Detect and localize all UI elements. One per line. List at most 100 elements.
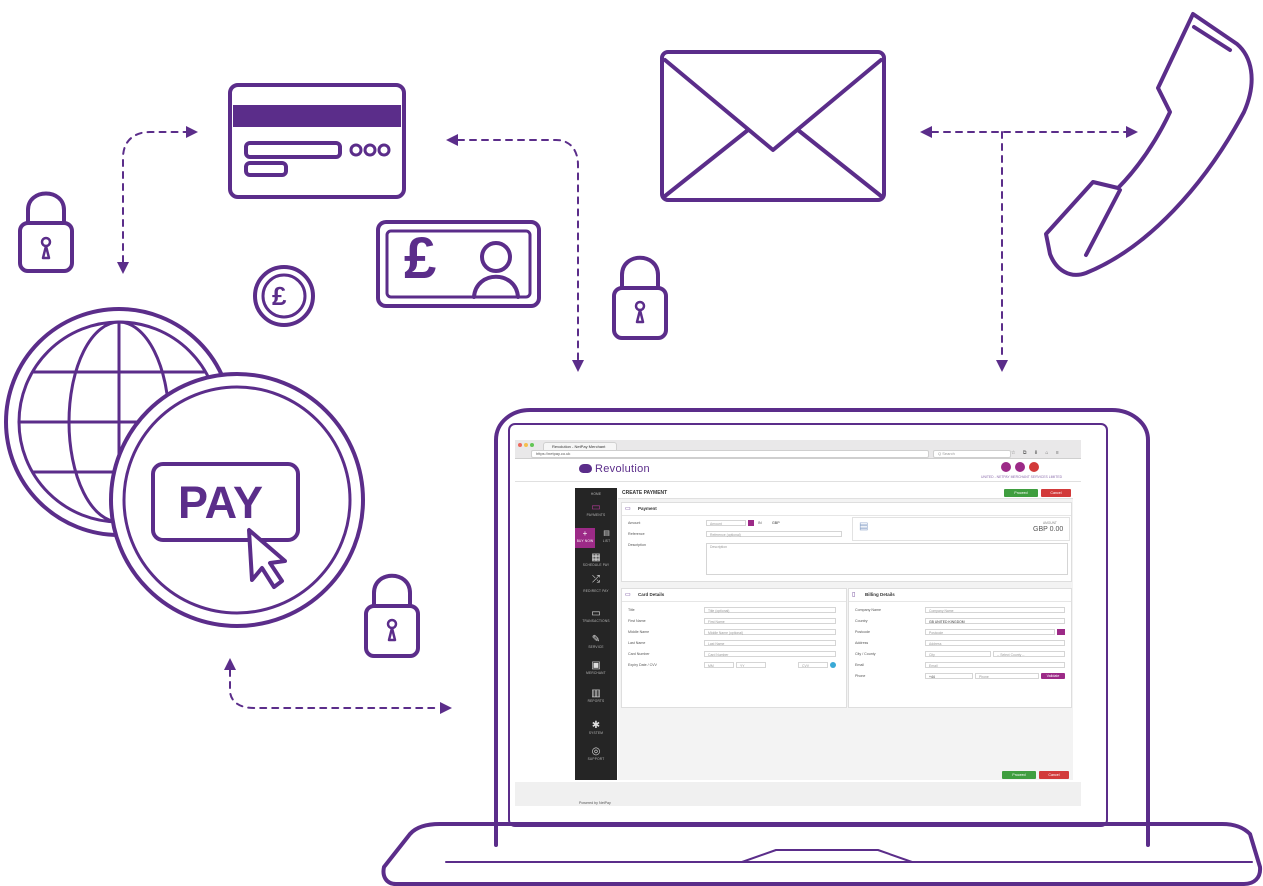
- maximize-window-dot[interactable]: [530, 443, 534, 447]
- sidebar-item-system[interactable]: ✱ SYSTEM: [575, 720, 617, 735]
- sidebar-item-buy-now[interactable]: + BUY NOW: [575, 528, 595, 548]
- card-details-panel: ▭ Card Details Title Title (optional) Fi…: [621, 588, 847, 708]
- first-name-label: First Name: [628, 619, 646, 623]
- amount-input[interactable]: Amount: [706, 520, 746, 526]
- pound-banknote-symbol: £: [404, 226, 437, 291]
- company-label: Company Name: [855, 608, 881, 612]
- merchant-icon: ▣: [591, 660, 601, 671]
- card-section-icon: ▭: [625, 592, 631, 598]
- settings-icon[interactable]: [1015, 462, 1025, 472]
- validate-button[interactable]: Validate: [1041, 673, 1065, 679]
- proceed-button-bottom[interactable]: Proceed: [1002, 771, 1036, 779]
- description-input[interactable]: Description: [706, 543, 1068, 575]
- laptop-screen: Revolution - NetPay Merchant https://net…: [515, 440, 1081, 806]
- billing-details-panel: ▯ Billing Details Company Name Company N…: [848, 588, 1072, 708]
- cancel-button-bottom[interactable]: Cancel: [1039, 771, 1069, 779]
- phone-code-select[interactable]: +44: [925, 673, 973, 679]
- expiry-month-select[interactable]: MM: [704, 662, 734, 668]
- minimize-window-dot[interactable]: [524, 443, 528, 447]
- cvv-input[interactable]: CVV: [798, 662, 828, 668]
- in-label: IN: [758, 521, 762, 525]
- county-select[interactable]: -- Select County --: [993, 651, 1065, 657]
- description-label: Description: [628, 543, 646, 547]
- first-name-input[interactable]: First Name: [704, 618, 836, 624]
- sidebar-item-transactions[interactable]: ▭ TRANSACTIONS: [575, 608, 617, 623]
- card-number-input[interactable]: Card Number: [704, 651, 836, 657]
- card-number-label: Card Number: [628, 652, 650, 656]
- revolution-logo-icon: [579, 464, 592, 473]
- country-label: Country: [855, 619, 868, 623]
- chart-icon: ▥: [591, 688, 601, 699]
- amount-step-button[interactable]: [748, 520, 754, 526]
- support-icon: ◎: [591, 746, 601, 757]
- reference-input[interactable]: Reference (optional): [706, 531, 842, 537]
- email-label: Email: [855, 663, 864, 667]
- padlock-icon: [612, 255, 668, 340]
- sidebar-item-list[interactable]: ▤ LIST: [596, 528, 617, 548]
- payment-panel: ▭ Payment Amount Amount IN GBP Reference…: [621, 502, 1072, 582]
- browser-toolbar: Revolution - NetPay Merchant https://net…: [515, 440, 1081, 459]
- phone-input[interactable]: Phone: [975, 673, 1039, 679]
- expiry-year-select[interactable]: YY: [736, 662, 766, 668]
- powered-by: Powered by NetPay: [579, 801, 611, 805]
- payments-icon: ▭: [591, 502, 601, 513]
- city-input[interactable]: City: [925, 651, 991, 657]
- info-icon[interactable]: [830, 662, 836, 668]
- amount-label: Amount: [628, 521, 641, 525]
- app-header: Revolution UNITED - NETPAY MERCHANT SERV…: [515, 459, 1081, 482]
- cancel-button[interactable]: Cancel: [1041, 489, 1071, 497]
- user-icon[interactable]: [1001, 462, 1011, 472]
- amount-display: GBP 0.00: [1033, 526, 1064, 533]
- middle-name-input[interactable]: Middle Name (optional): [704, 629, 836, 635]
- sidebar-item-home[interactable]: HOME: [575, 490, 617, 498]
- sidebar-item-payments[interactable]: ▭ PAYMENTS: [575, 502, 617, 517]
- padlock-icon: [364, 573, 420, 658]
- close-window-dot[interactable]: [518, 443, 522, 447]
- telephone-handset-icon: [1044, 12, 1254, 277]
- browser-toolbar-icons[interactable]: ☆ ⧉ ⬇ ⌂ ≡: [1011, 450, 1062, 456]
- payment-heading: Payment: [638, 506, 657, 511]
- reference-label: Reference: [628, 532, 645, 536]
- logout-icon[interactable]: [1029, 462, 1039, 472]
- app-footer: Powered by NetPay: [515, 782, 1081, 806]
- sidebar-item-service[interactable]: ✎ SERVICE: [575, 634, 617, 649]
- browser-search-input[interactable]: Q Search: [933, 450, 1011, 458]
- sidebar-item-merchant[interactable]: ▣ MERCHANT: [575, 660, 617, 675]
- main-content: CREATE PAYMENT Proceed Cancel ▭ Payment …: [618, 488, 1073, 780]
- title-input[interactable]: Title (optional): [704, 607, 836, 613]
- sidebar: HOME ▭ PAYMENTS + BUY NOW ▤ LIST ▦ SCHED…: [575, 488, 617, 780]
- plus-icon: +: [582, 529, 588, 538]
- pound-coin-symbol: £: [272, 281, 287, 311]
- shuffle-icon: ⤮: [592, 574, 600, 585]
- credit-card-icon: [228, 83, 406, 199]
- title-label: Title: [628, 608, 635, 612]
- company-input[interactable]: Company Name: [925, 607, 1065, 613]
- page-titlebar: CREATE PAYMENT Proceed Cancel: [618, 488, 1073, 499]
- email-input[interactable]: Email: [925, 662, 1065, 668]
- billing-section-icon: ▯: [852, 592, 856, 598]
- address-input[interactable]: Address: [925, 640, 1065, 646]
- sidebar-item-reports[interactable]: ▥ REPORTS: [575, 688, 617, 703]
- divider: [622, 515, 1071, 516]
- padlock-icon: [18, 191, 74, 273]
- address-bar[interactable]: https://netpay.co.uk: [531, 450, 929, 458]
- gear-icon: ✱: [591, 720, 601, 731]
- illustration: £ £ PAY Revolution - NetPay Merchant htt…: [0, 0, 1263, 886]
- last-name-label: Last Name: [628, 641, 646, 645]
- postcode-search-button[interactable]: [1057, 629, 1065, 635]
- sidebar-item-redirect-pay[interactable]: REDIRECT PAY: [575, 586, 617, 593]
- card-details-heading: Card Details: [638, 592, 665, 597]
- last-name-input[interactable]: Last Name: [704, 640, 836, 646]
- country-select[interactable]: GB UNITED KINGDOM: [925, 618, 1065, 624]
- proceed-button[interactable]: Proceed: [1004, 489, 1038, 497]
- billing-details-heading: Billing Details: [865, 592, 895, 597]
- currency-select[interactable]: GBP: [772, 521, 780, 525]
- sidebar-item-support[interactable]: ◎ SUPPORT: [575, 746, 617, 761]
- address-label: Address: [855, 641, 869, 645]
- list-icon: ▤: [603, 530, 610, 537]
- banknote-icon: [376, 220, 541, 308]
- sidebar-item-schedule-pay[interactable]: ▦ SCHEDULE PAY: [575, 552, 617, 567]
- postcode-label: Postcode: [855, 630, 870, 634]
- postcode-input[interactable]: Postcode: [925, 629, 1055, 635]
- city-county-label: City / County: [855, 652, 876, 656]
